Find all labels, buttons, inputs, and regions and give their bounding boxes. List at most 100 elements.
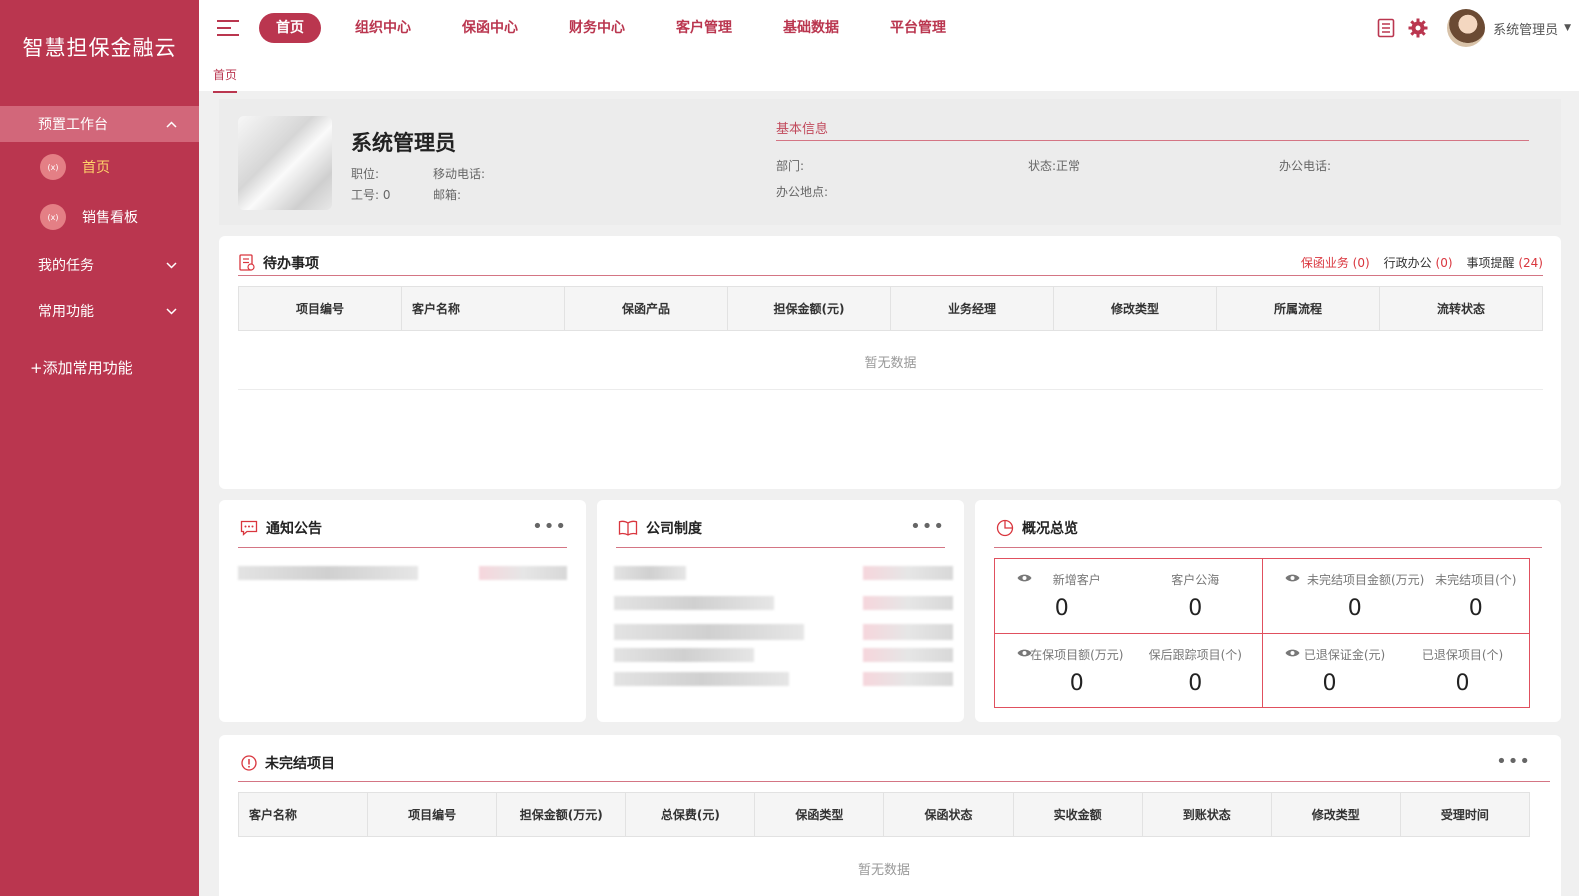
status-value: 正常 bbox=[1056, 159, 1081, 173]
divider bbox=[238, 389, 1543, 390]
column-header: 受理时间 bbox=[1399, 792, 1531, 837]
menu-toggle-icon[interactable] bbox=[217, 15, 239, 41]
todo-link-admin-label: 行政办公 bbox=[1383, 256, 1432, 270]
profile-card: 系统管理员 职位: 移动电话: 工号: 0 邮箱: 基本信息 部门: 状态:正常… bbox=[219, 99, 1561, 225]
todo-link-guarantee[interactable]: 保函业务 (0) bbox=[1301, 254, 1370, 271]
caret-down-icon[interactable]: ▼ bbox=[1564, 23, 1571, 33]
overview-stat: 未完结项目金额(万元) 0 bbox=[1263, 559, 1424, 634]
more-icon[interactable]: ••• bbox=[1496, 753, 1531, 771]
empty-state-text: 暂无数据 bbox=[864, 356, 917, 371]
sidebar-group-tasks-label: 我的任务 bbox=[38, 258, 94, 274]
stat-value: 0 bbox=[1188, 596, 1203, 621]
sidebar-item-sales-board[interactable]: (x) 销售看板 bbox=[0, 192, 199, 242]
column-header: 修改类型 bbox=[1270, 792, 1401, 837]
department-label: 部门: bbox=[776, 159, 805, 173]
stat-label: 已退保项目(个) bbox=[1421, 648, 1504, 662]
nav-base-data[interactable]: 基础数据 bbox=[766, 13, 856, 43]
position-label: 职位: bbox=[351, 167, 380, 181]
tab-home[interactable]: 首页 bbox=[213, 66, 238, 93]
nav-organization[interactable]: 组织中心 bbox=[338, 13, 428, 43]
todo-link-guarantee-label: 保函业务 bbox=[1300, 256, 1349, 270]
overview-title-text: 概况总览 bbox=[1022, 521, 1078, 537]
blurred-policy-item bbox=[614, 648, 754, 662]
overview-stat: 新增客户 0 bbox=[995, 559, 1129, 634]
column-header: 保函类型 bbox=[754, 792, 885, 837]
chevron-down-icon bbox=[166, 259, 177, 272]
stat-value: 0 bbox=[1322, 671, 1337, 696]
todo-link-reminder[interactable]: 事项提醒 (24) bbox=[1467, 254, 1543, 271]
add-common-function-button[interactable]: +添加常用功能 bbox=[0, 342, 199, 392]
chevron-up-icon bbox=[166, 118, 177, 131]
empty-state-text: 暂无数据 bbox=[857, 863, 910, 878]
overview-cell: 新增客户 0 客户公海 0 bbox=[995, 559, 1262, 634]
sidebar-item-label: 销售看板 bbox=[82, 210, 138, 226]
nav-guarantee-center[interactable]: 保函中心 bbox=[445, 13, 535, 43]
page-tabs: 首页 bbox=[199, 56, 1579, 93]
book-icon bbox=[618, 520, 638, 536]
column-header: 业务经理 bbox=[890, 286, 1054, 331]
blurred-policy-date bbox=[863, 596, 953, 610]
job-number-field: 工号: 0 bbox=[351, 186, 391, 203]
unfinished-title-text: 未完结项目 bbox=[265, 756, 335, 772]
divider bbox=[616, 547, 945, 548]
todo-title: 待办事项 bbox=[239, 253, 319, 273]
unfinished-projects-card: 未完结项目 ••• 客户名称 项目编号 担保金额(万元) 总保费(元) 保函类型… bbox=[219, 735, 1561, 896]
todo-table: 项目编号 客户名称 保函产品 担保金额(元) 业务经理 修改类型 所属流程 流转… bbox=[238, 286, 1543, 331]
stat-label: 在保项目额(万元) bbox=[1030, 648, 1124, 662]
divider bbox=[238, 547, 567, 548]
sidebar-group-tasks[interactable]: 我的任务 bbox=[0, 242, 199, 288]
column-header: 担保金额(万元) bbox=[496, 792, 627, 837]
overview-stat: 客户公海 0 bbox=[1129, 559, 1263, 634]
overview-cell: 已退保证金(元) 0 已退保项目(个) 0 bbox=[1262, 633, 1529, 708]
sidebar-group-common[interactable]: 常用功能 bbox=[0, 288, 199, 334]
column-header: 实收金额 bbox=[1012, 792, 1143, 837]
notice-title-text: 通知公告 bbox=[266, 521, 322, 537]
profile-name: 系统管理员 bbox=[351, 131, 456, 155]
blurred-policy-date bbox=[863, 648, 953, 662]
column-header: 客户名称 bbox=[401, 286, 565, 331]
email-label: 邮箱: bbox=[433, 188, 462, 202]
todo-link-admin[interactable]: 行政办公 (0) bbox=[1384, 254, 1453, 271]
overview-cell: 在保项目额(万元) 0 保后跟踪项目(个) 0 bbox=[995, 633, 1262, 708]
blurred-notice-item bbox=[238, 566, 418, 580]
office-phone-label: 办公电话: bbox=[1279, 159, 1332, 173]
blurred-policy-item bbox=[614, 566, 686, 580]
column-header: 担保金额(元) bbox=[727, 286, 891, 331]
stat-label: 已退保证金(元) bbox=[1303, 648, 1386, 662]
column-header: 总保费(元) bbox=[625, 792, 756, 837]
status-label: 状态: bbox=[1028, 159, 1057, 173]
notice-title: 通知公告 bbox=[240, 518, 322, 538]
document-list-icon[interactable] bbox=[1375, 17, 1397, 39]
nav-finance[interactable]: 财务中心 bbox=[552, 13, 642, 43]
username[interactable]: 系统管理员 bbox=[1493, 19, 1558, 38]
module-icon: (x) bbox=[40, 154, 66, 180]
blurred-policy-item bbox=[614, 672, 789, 686]
avatar[interactable] bbox=[1447, 9, 1486, 47]
sidebar-item-home[interactable]: (x) 首页 bbox=[0, 142, 199, 192]
blurred-policy-item bbox=[614, 624, 804, 640]
column-header: 项目编号 bbox=[238, 286, 402, 331]
column-header: 修改类型 bbox=[1053, 286, 1217, 331]
todo-link-admin-count: (0) bbox=[1435, 256, 1453, 270]
overview-stat: 已退保证金(元) 0 bbox=[1263, 634, 1396, 709]
more-icon[interactable]: ••• bbox=[532, 518, 567, 536]
overview-grid: 新增客户 0 客户公海 0 未完结项目金额(万元) 0 未完结项目(个) 0 在… bbox=[994, 558, 1530, 708]
todo-card: 待办事项 保函业务 (0) 行政办公 (0) 事项提醒 (24) 项目编号 客户… bbox=[219, 236, 1561, 489]
todo-link-guarantee-count: (0) bbox=[1352, 256, 1370, 270]
table-header-row: 项目编号 客户名称 保函产品 担保金额(元) 业务经理 修改类型 所属流程 流转… bbox=[238, 286, 1543, 331]
nav-platform[interactable]: 平台管理 bbox=[873, 13, 963, 43]
todo-link-reminder-count: (24) bbox=[1518, 256, 1543, 270]
sidebar-group-workbench[interactable]: 预置工作台 bbox=[0, 106, 199, 142]
column-header: 客户名称 bbox=[237, 792, 369, 837]
todo-title-text: 待办事项 bbox=[263, 256, 319, 272]
todo-link-reminder-label: 事项提醒 bbox=[1466, 256, 1515, 270]
unfinished-title: 未完结项目 bbox=[241, 753, 335, 773]
blurred-policy-item bbox=[614, 596, 774, 610]
nav-home[interactable]: 首页 bbox=[259, 13, 321, 43]
more-icon[interactable]: ••• bbox=[910, 518, 945, 536]
stat-label: 新增客户 bbox=[1052, 573, 1101, 587]
nav-customers[interactable]: 客户管理 bbox=[659, 13, 749, 43]
pie-chart-icon bbox=[996, 519, 1014, 537]
gear-icon[interactable] bbox=[1407, 17, 1429, 39]
stat-label: 客户公海 bbox=[1171, 573, 1220, 587]
